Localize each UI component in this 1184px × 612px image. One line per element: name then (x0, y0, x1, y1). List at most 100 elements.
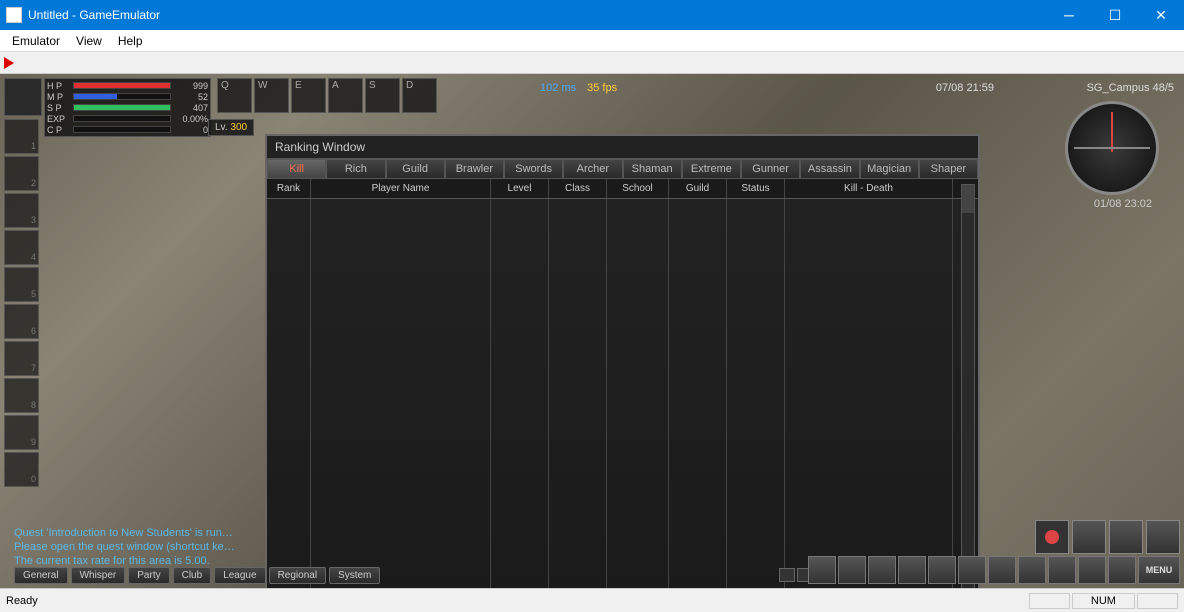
bottom-icon[interactable] (808, 556, 836, 584)
skill-slot-q[interactable]: Q (217, 78, 252, 113)
bottom-icon[interactable] (928, 556, 956, 584)
ranking-header[interactable]: Class (549, 179, 607, 198)
fps-value: 35 fps (587, 82, 617, 94)
ranking-header[interactable]: Guild (669, 179, 727, 198)
quick-slot[interactable]: 2 (4, 156, 39, 191)
chat-tab[interactable]: Regional (269, 567, 326, 584)
skill-slot-e[interactable]: E (291, 78, 326, 113)
compass[interactable] (1065, 101, 1159, 195)
bottom-icon[interactable] (958, 556, 986, 584)
chat-tab[interactable]: System (329, 567, 380, 584)
game-datetime: 07/08 21:59 (936, 82, 994, 94)
ranking-column (549, 199, 607, 588)
ranking-tab[interactable]: Assassin (800, 159, 859, 179)
maximize-button[interactable]: ☐ (1092, 0, 1138, 30)
ranking-tab[interactable]: Magician (860, 159, 919, 179)
chat-tab[interactable]: Club (173, 567, 212, 584)
bottom-icon[interactable] (988, 556, 1016, 584)
performance-indicator: 102 ms 35 fps (540, 82, 617, 94)
action-icon[interactable] (1146, 520, 1180, 554)
chat-tab[interactable]: General (14, 567, 68, 584)
mp-value: 52 (174, 92, 208, 102)
menubar: Emulator View Help (0, 30, 1184, 52)
action-icon[interactable] (1072, 520, 1106, 554)
statusbar: Ready NUM (0, 588, 1184, 612)
skill-slot-d[interactable]: D (402, 78, 437, 113)
quick-slot[interactable]: 0 (4, 452, 39, 487)
bottom-icon-bar: MENU (808, 556, 1180, 584)
ranking-header[interactable]: Level (491, 179, 549, 198)
close-button[interactable]: ✕ (1138, 0, 1184, 30)
bottom-icon[interactable] (1018, 556, 1046, 584)
record-icon[interactable] (1035, 520, 1069, 554)
quick-slot[interactable]: 1 (4, 119, 39, 154)
ranking-tab[interactable]: Kill (267, 159, 326, 179)
quick-slot[interactable]: 7 (4, 341, 39, 376)
bottom-icon[interactable] (1048, 556, 1076, 584)
ranking-column (267, 199, 311, 588)
menu-view[interactable]: View (68, 32, 110, 50)
ranking-scrollbar[interactable] (961, 184, 975, 588)
arrow-left-icon[interactable] (779, 568, 795, 582)
skill-slot-a[interactable]: A (328, 78, 363, 113)
ranking-tab[interactable]: Swords (504, 159, 563, 179)
exp-value: 0.00% (174, 114, 208, 124)
ranking-tab[interactable]: Archer (563, 159, 622, 179)
ranking-header[interactable]: School (607, 179, 669, 198)
ranking-tab[interactable]: Rich (326, 159, 385, 179)
bottom-icon[interactable] (1108, 556, 1136, 584)
app-icon (6, 7, 22, 23)
chat-tab[interactable]: Whisper (71, 567, 126, 584)
map-location: SG_Campus 48/5 (1087, 82, 1174, 94)
player-portrait[interactable] (4, 78, 42, 116)
ranking-tab[interactable]: Brawler (445, 159, 504, 179)
play-icon[interactable] (4, 57, 14, 69)
ranking-tab[interactable]: Gunner (741, 159, 800, 179)
sp-bar (73, 104, 171, 111)
bottom-icon[interactable] (838, 556, 866, 584)
bottom-icon[interactable] (868, 556, 896, 584)
status-ready: Ready (6, 595, 1027, 607)
ranking-headers: RankPlayer NameLevelClassSchoolGuildStat… (267, 179, 978, 199)
chat-tabs: GeneralWhisperPartyClubLeagueRegionalSys… (14, 567, 380, 584)
minimize-button[interactable]: ─ (1046, 0, 1092, 30)
ranking-tab[interactable]: Shaper (919, 159, 978, 179)
level-indicator: Lv. 300 (208, 119, 254, 136)
ranking-header[interactable]: Rank (267, 179, 311, 198)
titlebar: Untitled - GameEmulator ─ ☐ ✕ (0, 0, 1184, 30)
quick-slot[interactable]: 9 (4, 415, 39, 450)
ranking-tab[interactable]: Extreme (682, 159, 741, 179)
quick-slot[interactable]: 8 (4, 378, 39, 413)
ranking-header[interactable]: Status (727, 179, 785, 198)
action-icon[interactable] (1109, 520, 1143, 554)
skill-slot-w[interactable]: W (254, 78, 289, 113)
real-datetime: 01/08 23:02 (1094, 198, 1152, 210)
hp-label: H P (47, 81, 73, 91)
ranking-header[interactable]: Player Name (311, 179, 491, 198)
quick-slot[interactable]: 4 (4, 230, 39, 265)
chat-tab[interactable]: Party (128, 567, 169, 584)
ranking-tab[interactable]: Guild (386, 159, 445, 179)
skill-slot-s[interactable]: S (365, 78, 400, 113)
sp-value: 407 (174, 103, 208, 113)
ranking-column (669, 199, 727, 588)
window-title: Untitled - GameEmulator (28, 8, 1046, 22)
ranking-header[interactable]: Kill - Death (785, 179, 953, 198)
ranking-column (785, 199, 953, 588)
menu-help[interactable]: Help (110, 32, 151, 50)
hp-bar (73, 82, 171, 89)
quick-slot[interactable]: 3 (4, 193, 39, 228)
cp-value: 0 (174, 125, 208, 135)
toolbar (0, 52, 1184, 74)
bottom-icon[interactable] (1078, 556, 1106, 584)
quick-slot[interactable]: 6 (4, 304, 39, 339)
quick-slots: 1 2 3 4 5 6 7 8 9 0 (4, 119, 39, 487)
chat-tab[interactable]: League (214, 567, 265, 584)
game-viewport[interactable]: H P999 M P52 S P407 EXP0.00% C P0 Q W E … (0, 74, 1184, 588)
menu-emulator[interactable]: Emulator (4, 32, 68, 50)
menu-button[interactable]: MENU (1138, 556, 1180, 584)
ranking-tab[interactable]: Shaman (623, 159, 682, 179)
ranking-column (607, 199, 669, 588)
bottom-icon[interactable] (898, 556, 926, 584)
quick-slot[interactable]: 5 (4, 267, 39, 302)
